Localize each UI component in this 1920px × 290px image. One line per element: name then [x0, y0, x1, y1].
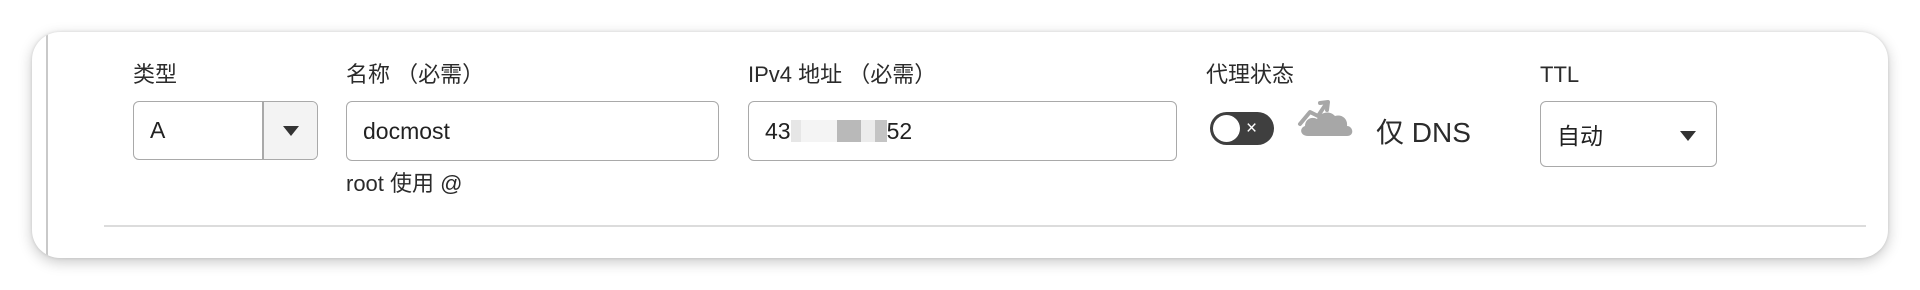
type-select[interactable]: A — [133, 101, 318, 160]
type-value: A — [150, 117, 166, 143]
name-value: docmost — [363, 117, 450, 144]
close-icon: × — [1246, 118, 1258, 139]
chevron-down-icon — [1680, 131, 1696, 141]
type-dropdown-button[interactable] — [264, 102, 317, 159]
redaction-blur — [800, 120, 837, 142]
ipv4-input[interactable]: 43 52 — [748, 101, 1177, 161]
chevron-down-icon — [282, 125, 299, 136]
proxy-status-label: 代理状态 — [1206, 62, 1295, 87]
ipv4-label: IPv4 地址 （必需） — [748, 62, 937, 87]
name-label: 名称 （必需） — [346, 62, 485, 87]
ipv4-suffix: 52 — [886, 117, 913, 144]
ttl-value: 自动 — [1557, 123, 1603, 149]
ttl-label: TTL — [1540, 62, 1580, 87]
redaction-blur — [860, 120, 875, 142]
redaction-blur — [836, 120, 861, 142]
ipv4-value: 43 52 — [749, 118, 912, 145]
ttl-select[interactable]: 自动 — [1540, 101, 1717, 167]
ipv4-prefix: 43 — [765, 117, 791, 144]
redaction-blur — [874, 120, 887, 142]
redaction-blur — [790, 120, 801, 142]
dns-record-card: 类型 A 名称 （必需） docmost root 使用 @ IPv4 地址 （… — [32, 32, 1888, 258]
left-border — [46, 32, 48, 258]
name-input[interactable]: docmost — [346, 101, 719, 161]
proxy-toggle[interactable]: × — [1210, 112, 1274, 145]
type-label: 类型 — [133, 62, 178, 87]
cloud-icon — [1298, 100, 1353, 136]
toggle-knob — [1213, 115, 1240, 142]
proxy-state-text: 仅 DNS — [1376, 117, 1471, 148]
name-hint: root 使用 @ — [346, 171, 463, 196]
divider — [104, 225, 1866, 227]
